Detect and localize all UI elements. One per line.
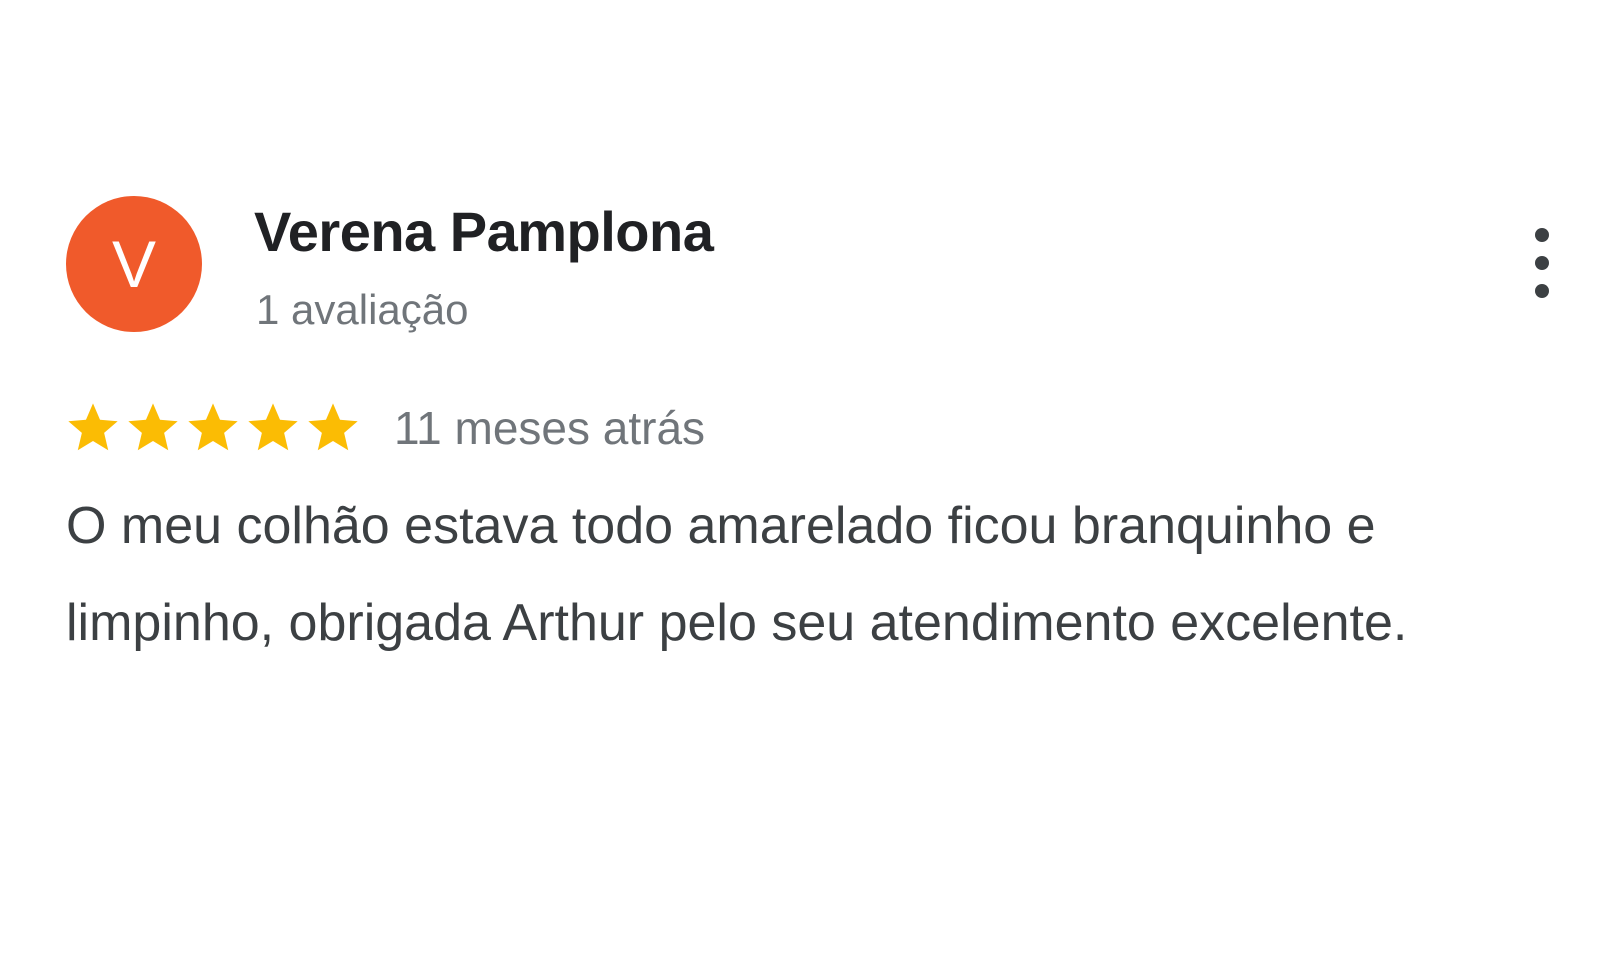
star-icon	[68, 403, 118, 451]
star-icon	[248, 403, 298, 451]
star-icon	[188, 403, 238, 451]
review-text: O meu colhão estava todo amarelado ficou…	[66, 497, 1408, 652]
avatar[interactable]: V	[66, 196, 202, 332]
review-date: 11 meses atrás	[394, 402, 706, 454]
star-rating	[64, 399, 362, 457]
star-icon	[128, 403, 178, 451]
review-count: 1 avaliação	[256, 286, 469, 333]
more-vert-icon	[1535, 228, 1549, 242]
avatar-letter: V	[111, 227, 157, 301]
more-vert-icon	[1535, 256, 1549, 270]
rating-row: 11 meses atrás	[64, 398, 705, 458]
more-options-button[interactable]	[1524, 228, 1560, 298]
more-vert-icon	[1535, 284, 1549, 298]
author-name[interactable]: Verena Pamplona	[254, 200, 714, 264]
star-icon	[308, 403, 358, 451]
review-card: V Verena Pamplona 1 avaliação 11 meses a…	[0, 0, 1600, 960]
